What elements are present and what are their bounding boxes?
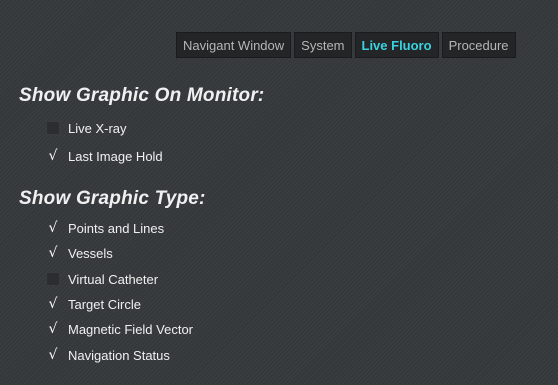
checkbox-vessels[interactable]: √: [46, 246, 60, 260]
tab-system[interactable]: System: [294, 32, 352, 58]
option-label-virtual-catheter: Virtual Catheter: [68, 271, 159, 287]
option-label-navigation-status: Navigation Status: [68, 347, 170, 363]
checkbox-magnetic-field-vector[interactable]: √: [46, 322, 60, 336]
checkbox-live-xray[interactable]: [46, 121, 60, 135]
option-label-live-xray: Live X-ray: [68, 120, 127, 136]
checkbox-points-and-lines[interactable]: √: [46, 221, 60, 235]
checkbox-last-image-hold[interactable]: √: [46, 149, 60, 163]
option-label-points-and-lines: Points and Lines: [68, 220, 165, 236]
checkbox-navigation-status[interactable]: √: [46, 348, 60, 362]
option-label-target-circle: Target Circle: [68, 296, 141, 312]
option-label-last-image-hold: Last Image Hold: [68, 148, 163, 164]
tab-bar: Navigant Window System Live Fluoro Proce…: [176, 32, 516, 58]
checkbox-target-circle[interactable]: √: [46, 297, 60, 311]
option-virtual-catheter[interactable]: Virtual Catheter: [46, 270, 158, 288]
checkbox-virtual-catheter[interactable]: [46, 272, 60, 286]
tab-navigant-window[interactable]: Navigant Window: [176, 32, 292, 58]
option-label-magnetic-field-vector: Magnetic Field Vector: [68, 321, 194, 337]
option-magnetic-field-vector[interactable]: √ Magnetic Field Vector: [46, 320, 193, 338]
option-vessels[interactable]: √ Vessels: [46, 244, 113, 262]
section-title-monitor: Show Graphic On Monitor:: [19, 85, 265, 106]
tab-procedure[interactable]: Procedure: [441, 32, 516, 58]
tab-live-fluoro[interactable]: Live Fluoro: [354, 32, 439, 58]
option-points-and-lines[interactable]: √ Points and Lines: [46, 219, 165, 237]
option-navigation-status[interactable]: √ Navigation Status: [46, 346, 170, 364]
option-target-circle[interactable]: √ Target Circle: [46, 295, 141, 313]
option-live-xray[interactable]: Live X-ray: [46, 119, 127, 137]
section-title-type: Show Graphic Type:: [19, 188, 206, 209]
option-last-image-hold[interactable]: √ Last Image Hold: [46, 147, 163, 165]
option-label-vessels: Vessels: [68, 245, 113, 261]
